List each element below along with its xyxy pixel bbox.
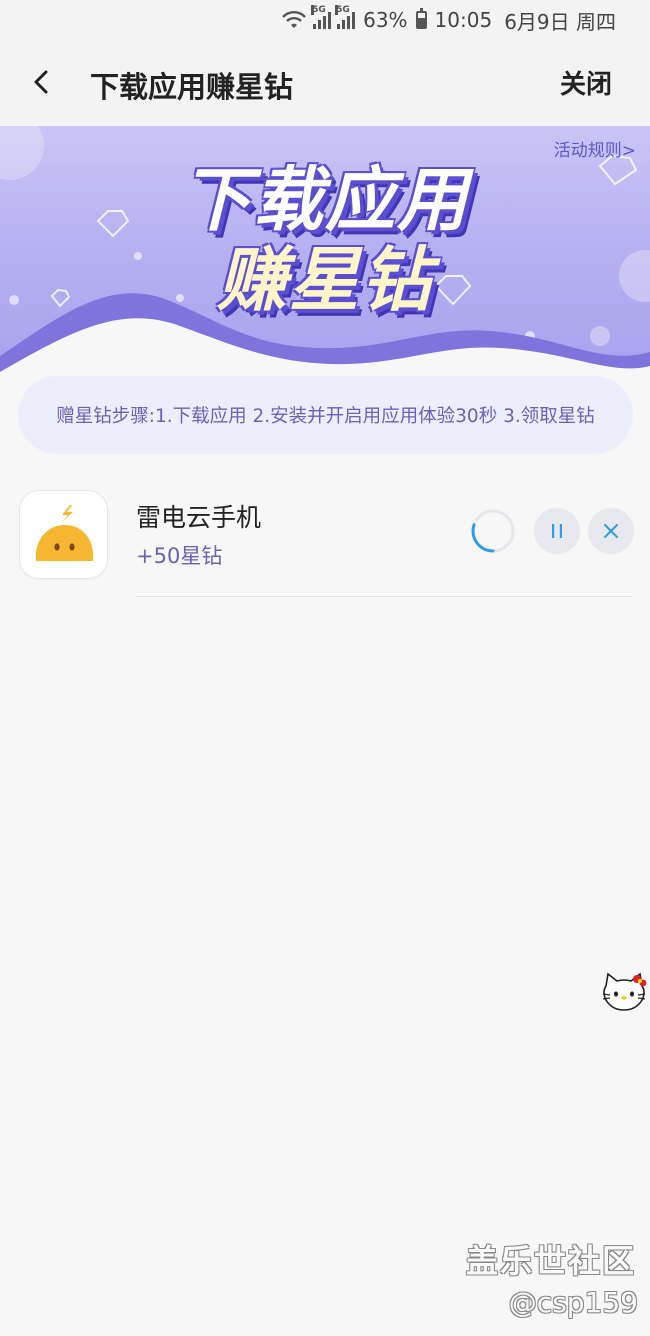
download-progress-ring — [471, 509, 515, 553]
hello-kitty-floating-icon[interactable] — [600, 970, 648, 1014]
status-icons: 5G 5G — [281, 5, 356, 30]
yellow-blob-lightning-icon — [35, 505, 94, 561]
back-arrow-icon[interactable] — [26, 66, 58, 98]
cancel-download-button[interactable] — [588, 508, 634, 554]
close-icon — [604, 524, 618, 538]
battery-percent: 63% — [363, 8, 408, 32]
header-bar: 下载应用赚星钻 关闭 — [0, 40, 650, 126]
page-title: 下载应用赚星钻 — [90, 70, 294, 104]
network-5g-tag: 5G — [311, 5, 326, 15]
status-bar: 5G 5G 63% 10:05 6月9日 周四 — [0, 0, 650, 40]
battery-icon — [415, 8, 427, 29]
app-icon[interactable] — [19, 490, 108, 579]
network-5g-tag-2: 5G — [335, 5, 350, 15]
pause-button[interactable] — [534, 508, 580, 554]
banner-headline-line1: 下载应用 — [181, 159, 469, 241]
signal-icon: 5G — [311, 5, 332, 29]
pause-icon — [552, 524, 562, 538]
close-button[interactable]: 关闭 — [560, 64, 612, 101]
app-reward: +50星钻 — [136, 544, 223, 568]
clock: 10:05 — [434, 8, 493, 32]
activity-rules-link[interactable]: 活动规则> — [554, 136, 636, 161]
signal-icon-2: 5G — [335, 5, 356, 29]
wifi-icon — [281, 10, 307, 30]
banner-headline: 下载应用 赚星钻 — [170, 160, 480, 320]
list-item[interactable]: 雷电云手机 +50星钻 — [0, 488, 650, 598]
divider — [136, 596, 633, 597]
reward-steps-notice: 赠星钻步骤:1.下载应用 2.安装并开启用应用体验30秒 3.领取星钻 — [18, 376, 633, 454]
watermark-user: @csp159 — [508, 1286, 638, 1319]
watermark-site: 盖乐世社区 — [465, 1242, 636, 1280]
app-name: 雷电云手机 — [136, 503, 262, 532]
promo-banner: 活动规则> 下载应用 赚星钻 — [0, 126, 650, 376]
banner-headline-line2: 赚星钻 — [217, 239, 433, 321]
date: 6月9日 周四 — [504, 9, 616, 34]
